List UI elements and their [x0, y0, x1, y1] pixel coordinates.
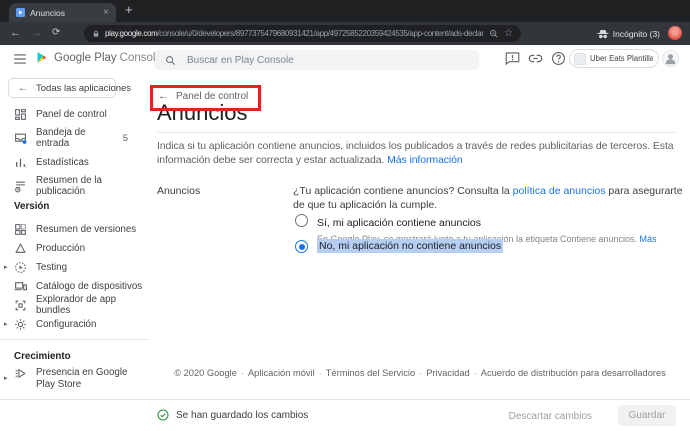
zoom-out-icon[interactable]: [489, 29, 499, 39]
incognito-label: Incógnito (3): [613, 29, 660, 39]
all-apps-button[interactable]: ← Todas las aplicaciones: [8, 78, 116, 98]
expand-caret-icon[interactable]: ▸: [4, 320, 8, 328]
console-search[interactable]: [155, 50, 479, 70]
radio-selected-icon[interactable]: [295, 240, 308, 253]
expand-caret-icon[interactable]: ▸: [4, 263, 8, 271]
logo-text: Google PlayConsole: [54, 52, 162, 64]
tab-title: Anuncios: [30, 8, 98, 18]
browser-toolbar: ← → ⟳ play.google.com/console/u/0/develo…: [0, 22, 690, 45]
google-play-icon: [36, 51, 49, 64]
sidebar-section-version: Versión: [14, 201, 49, 212]
help-icon[interactable]: [551, 51, 566, 66]
app-switcher-label: Uber Eats Plantillas: [590, 54, 653, 63]
back-arrow-icon: ←: [158, 90, 169, 102]
device-catalog-icon: [14, 280, 27, 293]
inbox-badge: 5: [123, 133, 128, 144]
sidebar-item-presencia-play-store[interactable]: ▸ Presencia en Google Play Store: [0, 366, 150, 394]
save-bar: Se han guardado los cambios Descartar ca…: [0, 399, 690, 431]
store-presence-icon: [14, 367, 27, 380]
search-icon: [165, 55, 176, 66]
bookmark-star-icon[interactable]: ☆: [504, 28, 513, 39]
incognito-icon: [597, 29, 609, 39]
form-row-label: Anuncios: [157, 185, 200, 197]
browser-back-icon[interactable]: ←: [10, 26, 21, 40]
incognito-badge: Incógnito (3): [597, 25, 660, 42]
footer-link-aplicacion-movil[interactable]: Aplicación móvil: [248, 368, 315, 378]
browser-reload-icon[interactable]: ⟳: [52, 26, 60, 40]
browser-tab-strip: Anuncios × +: [0, 0, 690, 22]
link-icon[interactable]: [528, 51, 543, 66]
radio-no-label[interactable]: No, mi aplicación no contiene anuncios: [317, 239, 503, 253]
url-bar[interactable]: play.google.com/console/u/0/developers/8…: [84, 25, 521, 42]
footer-link-terminos[interactable]: Términos del Servicio: [326, 368, 415, 378]
publishing-overview-icon: [14, 180, 27, 193]
sidebar-item-panel-de-control[interactable]: Panel de control: [0, 103, 150, 125]
lock-icon: [92, 29, 100, 39]
app-switcher[interactable]: Uber Eats Plantillas: [569, 49, 659, 68]
feedback-icon[interactable]: [505, 51, 520, 66]
back-link-panel-de-control[interactable]: ← Panel de control: [158, 90, 248, 102]
sidebar-section-crecimiento: Crecimiento: [14, 351, 71, 362]
title-divider: [157, 132, 676, 133]
play-console-logo[interactable]: Google PlayConsole: [36, 51, 162, 64]
expand-caret-icon[interactable]: ▸: [4, 374, 8, 382]
gear-icon: [14, 318, 27, 331]
radio-option-no[interactable]: No, mi aplicación no contiene anuncios: [295, 239, 503, 253]
sidebar-item-configuracion[interactable]: ▸ Configuración: [0, 313, 150, 335]
ads-policy-link[interactable]: política de anuncios: [513, 185, 606, 197]
url-path: /console/u/0/developers/8977375479680931…: [157, 29, 484, 38]
inbox-icon: [14, 132, 27, 145]
radio-unselected-icon[interactable]: [295, 214, 308, 227]
play-console-favicon: [16, 8, 25, 17]
browser-window: Anuncios × + ← → ⟳ play.google.com/conso…: [0, 0, 690, 431]
url-domain: play.google.com: [105, 29, 157, 38]
testing-icon: [14, 261, 27, 274]
search-input[interactable]: [185, 54, 469, 67]
tab-close-icon[interactable]: ×: [103, 8, 109, 18]
browser-forward-icon[interactable]: →: [31, 26, 42, 40]
footer-link-acuerdo-distribucion[interactable]: Acuerdo de distribución para desarrollad…: [481, 368, 666, 378]
radio-yes-label[interactable]: Sí, mi aplicación contiene anuncios: [317, 217, 481, 229]
footer-link-privacidad[interactable]: Privacidad: [426, 368, 469, 378]
releases-overview-icon: [14, 223, 27, 236]
app-bundle-icon: [14, 299, 27, 312]
description-more-info-link[interactable]: Más información: [387, 154, 463, 166]
sidebar-divider: [0, 339, 150, 340]
sidebar: ← Todas las aplicaciones Panel de contro…: [0, 73, 150, 399]
footer-copyright: © 2020 Google: [174, 368, 237, 378]
browser-tab[interactable]: Anuncios ×: [9, 3, 116, 22]
app-icon: [574, 53, 586, 65]
main-content: ← Panel de control Anuncios Indica si tu…: [150, 73, 690, 399]
saved-status-message: Se han guardado los cambios: [176, 410, 308, 421]
sidebar-item-bandeja-de-entrada[interactable]: Bandeja de entrada 5: [0, 127, 150, 149]
save-button[interactable]: Guardar: [618, 405, 676, 426]
back-arrow-icon: ←: [18, 83, 28, 94]
ads-question: ¿Tu aplicación contiene anuncios? Consul…: [293, 184, 690, 212]
person-icon: [663, 51, 678, 66]
new-tab-button[interactable]: +: [125, 2, 133, 17]
account-avatar[interactable]: [662, 50, 679, 67]
url-text: play.google.com/console/u/0/developers/8…: [105, 29, 484, 38]
footer: © 2020 Google·Aplicación móvil·Términos …: [150, 368, 690, 378]
page-description: Indica si tu aplicación contiene anuncio…: [157, 139, 690, 167]
profile-avatar[interactable]: [668, 26, 682, 40]
sidebar-item-resumen-publicacion[interactable]: Resumen de la publicación: [0, 175, 150, 197]
discard-changes-button[interactable]: Descartar cambios: [509, 411, 592, 422]
stats-icon: [14, 156, 27, 169]
menu-icon[interactable]: [13, 53, 27, 65]
saved-status: Se han guardado los cambios: [157, 409, 308, 421]
dashboard-icon: [14, 108, 27, 121]
check-circle-icon: [157, 409, 169, 421]
production-icon: [14, 242, 27, 255]
sidebar-item-estadisticas[interactable]: Estadísticas: [0, 151, 150, 173]
